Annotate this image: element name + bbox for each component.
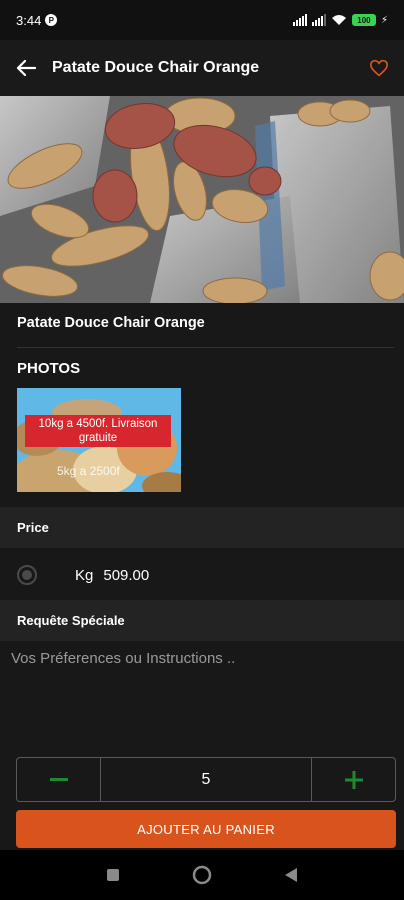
- circle-nav-icon[interactable]: [192, 865, 212, 885]
- add-to-cart-button[interactable]: AJOUTER AU PANIER: [16, 810, 396, 848]
- battery-icon: 100: [351, 14, 376, 26]
- back-button[interactable]: [0, 40, 52, 96]
- price-option-row[interactable]: Kg 509.00: [0, 549, 404, 601]
- heart-outline-icon: [370, 59, 388, 77]
- favorite-button[interactable]: [354, 40, 404, 96]
- thumbnail-caption: 5kg a 2500f: [57, 464, 120, 478]
- minus-icon: [49, 777, 68, 781]
- status-time: 3:44: [16, 12, 42, 28]
- decrease-quantity-button[interactable]: [17, 758, 101, 801]
- photos-heading: PHOTOS: [17, 360, 81, 377]
- price-section-header: Price: [0, 507, 404, 548]
- square-nav-icon[interactable]: [106, 868, 120, 882]
- back-arrow-icon: [16, 59, 36, 77]
- hero-photo: [0, 96, 404, 303]
- signal-icon-2: [311, 14, 326, 26]
- price-unit: Kg: [75, 566, 94, 584]
- quantity-value[interactable]: 5: [101, 758, 311, 801]
- signal-icon: [292, 14, 307, 26]
- system-nav-bar: [0, 850, 404, 900]
- page-title: Patate Douce Chair Orange: [52, 59, 260, 76]
- triangle-back-nav-icon[interactable]: [284, 867, 298, 883]
- charging-icon: ⚡: [380, 14, 388, 26]
- status-indicators: 100 ⚡: [292, 14, 388, 26]
- photo-thumbnail[interactable]: 10kg a 4500f. Livraison gratuite 5kg a 2…: [17, 388, 181, 492]
- product-hero-image: [0, 96, 404, 303]
- thumbnail-banner: 10kg a 4500f. Livraison gratuite: [25, 415, 171, 447]
- special-request-header: Requête Spéciale: [0, 600, 404, 641]
- p-badge-icon: P: [45, 14, 58, 26]
- quantity-stepper: 5: [16, 757, 396, 802]
- product-name: Patate Douce Chair Orange: [17, 315, 205, 331]
- increase-quantity-button[interactable]: [311, 758, 395, 801]
- product-detail-panel: Patate Douce Chair Orange PHOTOS 10kg a …: [0, 303, 404, 850]
- price-value: 509.00: [103, 566, 150, 584]
- status-bar: 3:44 P 100 ⚡: [0, 0, 404, 40]
- app-header: Patate Douce Chair Orange: [0, 40, 404, 96]
- divider: [17, 347, 394, 348]
- price-radio-button[interactable]: [17, 565, 37, 585]
- special-request-input[interactable]: [0, 642, 404, 742]
- plus-icon: [344, 770, 363, 789]
- wifi-icon: [331, 15, 346, 25]
